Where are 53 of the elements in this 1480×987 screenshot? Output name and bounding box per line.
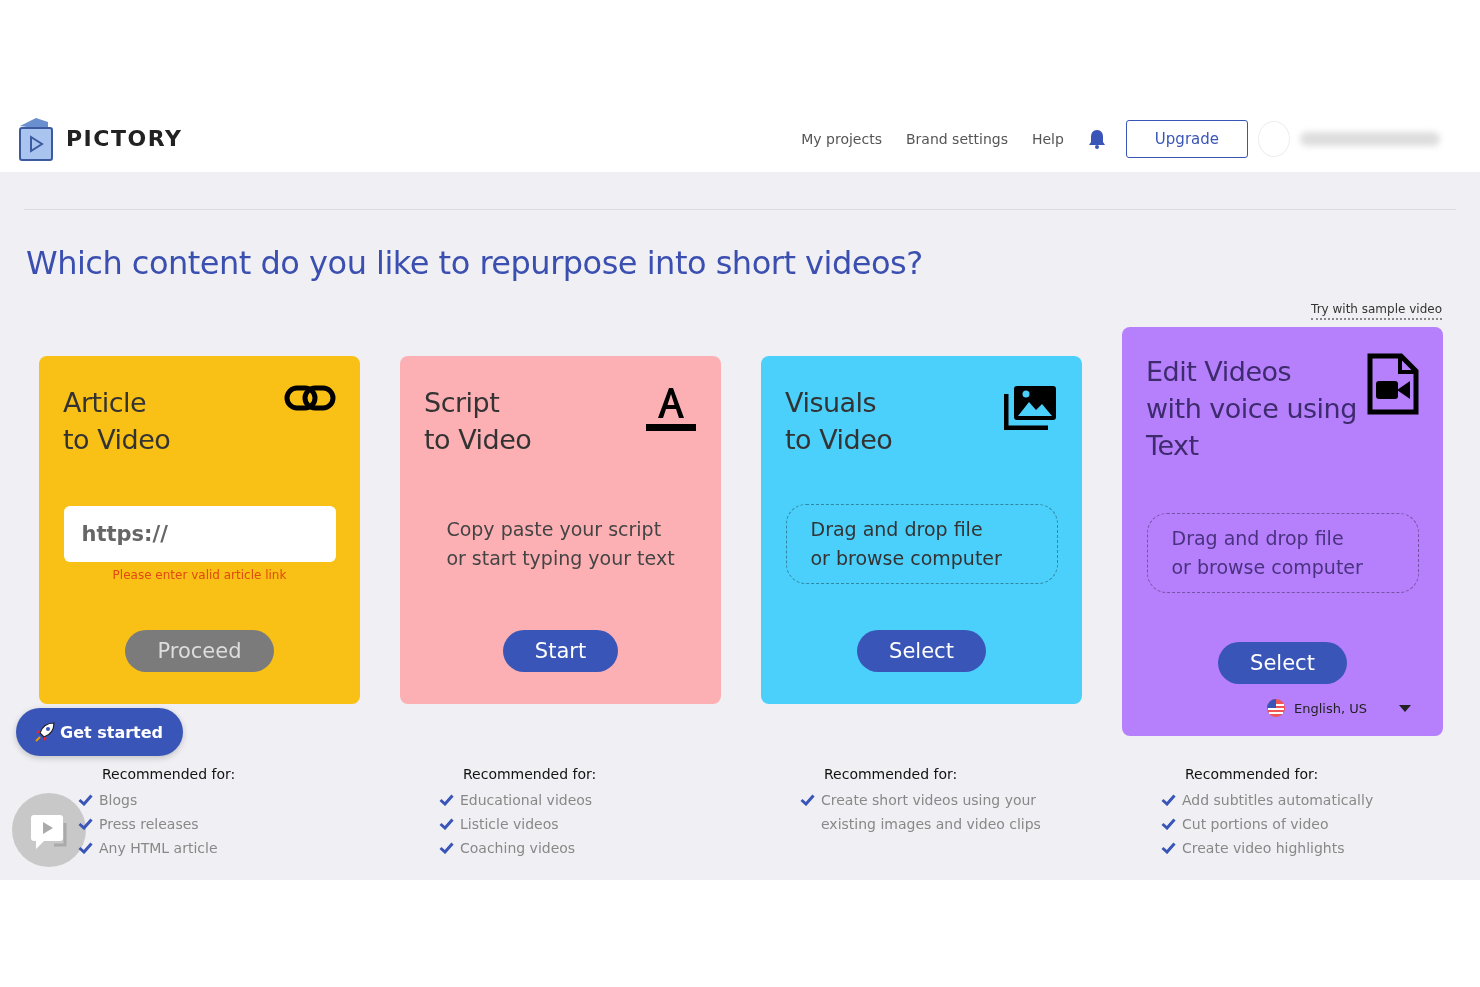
sample-video-link[interactable]: Try with sample video (1311, 302, 1442, 320)
card-title: Edit Videos with voice using Text (1146, 355, 1357, 463)
video-chat-icon[interactable] (12, 793, 86, 867)
card-action-button[interactable]: Select (857, 630, 986, 672)
file-drop-zone[interactable]: Drag and drop file or browse computer (1146, 513, 1419, 593)
get-started-button[interactable]: Get started (16, 708, 183, 756)
recommended-title: Recommended for: (1185, 766, 1320, 782)
nav-link[interactable]: Brand settings (905, 130, 1008, 147)
card-title: Visuals to Video (785, 386, 893, 457)
file-drop-zone[interactable]: Drag and drop file or browse computer (785, 504, 1058, 584)
check-icon (1161, 794, 1176, 806)
caret-icon (1399, 704, 1411, 712)
check-icon (78, 794, 93, 806)
nav-link[interactable]: Help (1031, 130, 1064, 147)
recommended-item: Create video highlights (1182, 839, 1346, 858)
video-file-icon (1367, 353, 1419, 415)
check-icon (439, 794, 454, 806)
flag-icon (1266, 698, 1286, 718)
recommended-title: Recommended for: (463, 766, 598, 782)
recommended-item: Coaching videos (460, 839, 577, 858)
language-select[interactable]: English, US (1146, 698, 1419, 718)
recommended-title: Recommended for: (102, 766, 237, 782)
upgrade-button[interactable]: Upgrade (1125, 119, 1248, 158)
check-icon (800, 794, 815, 806)
card-title: Script to Video (424, 386, 532, 457)
card-action-button[interactable]: Start (502, 630, 619, 672)
link-icon (284, 384, 336, 412)
check-icon (439, 818, 454, 830)
error-message: Please enter valid article link (112, 568, 287, 582)
recommended-item: Blogs (99, 791, 139, 810)
recommended-item: Any HTML article (99, 839, 219, 858)
recommended-item: Listicle videos (460, 815, 560, 834)
nav-link[interactable]: My projects (801, 130, 882, 147)
recommended-item: Cut portions of video (1182, 815, 1330, 834)
check-icon (78, 842, 93, 854)
images-icon (1004, 384, 1058, 430)
recommended-item: Press releases (99, 815, 200, 834)
card-action-button[interactable]: Select (1218, 642, 1347, 684)
card-title: Article to Video (63, 386, 171, 457)
logo-icon (18, 115, 54, 162)
page-heading: Which content do you like to repurpose into short videos? (26, 244, 924, 282)
recommended-title: Recommended for: (824, 766, 959, 782)
rocket-icon (34, 721, 56, 743)
instruction-text: Copy paste your script or start typing your text (446, 517, 675, 571)
recommended-item: Educational videos (460, 791, 594, 810)
check-icon (1161, 818, 1176, 830)
logo-text: PICTORY (66, 126, 183, 151)
recommended-item: Create short videos using your existing images and video clips (821, 791, 1042, 834)
check-icon (439, 842, 454, 854)
notification-bell-icon[interactable] (1087, 128, 1106, 149)
check-icon (1161, 842, 1176, 854)
recommended-item: Add subtitles automatically (1182, 791, 1375, 810)
check-icon (78, 818, 93, 830)
